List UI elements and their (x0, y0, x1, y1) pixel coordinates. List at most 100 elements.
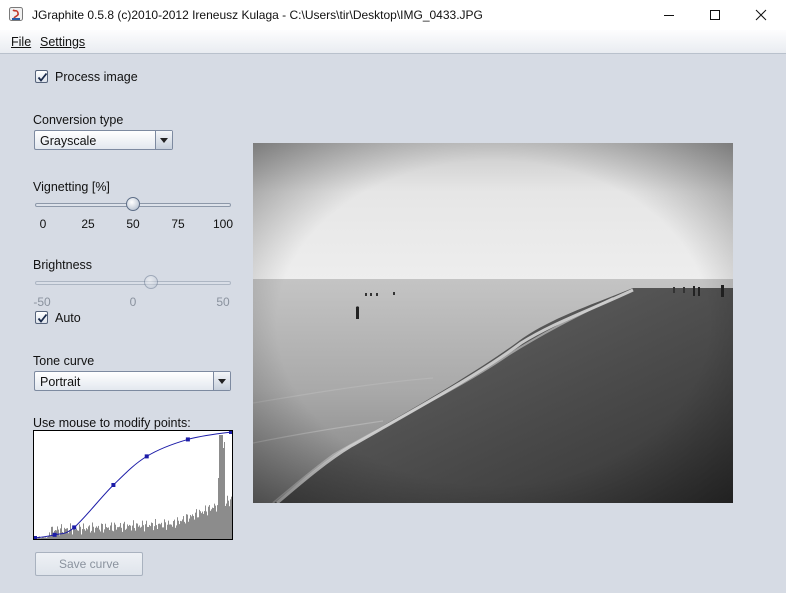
histogram-bar (150, 526, 151, 539)
histogram-bar (108, 527, 109, 539)
tone-curve-select[interactable]: Portrait (34, 371, 231, 391)
histogram-bar (209, 505, 210, 539)
histogram-bar (98, 525, 99, 539)
histogram-bar (121, 527, 122, 539)
brightness-slider-thumb[interactable] (144, 275, 158, 289)
histogram-bar (128, 526, 129, 539)
histogram-bar (162, 527, 163, 539)
histogram-bar (126, 528, 127, 539)
preview-image (252, 143, 733, 505)
histogram-bar (213, 507, 214, 539)
histogram-bar (119, 526, 120, 539)
save-curve-button[interactable]: Save curve (35, 552, 143, 576)
curve-control-point[interactable] (229, 430, 233, 434)
histogram-bar (223, 448, 224, 539)
histogram-bar (231, 496, 232, 539)
conversion-type-label: Conversion type (33, 113, 124, 127)
histogram-bar (104, 529, 105, 539)
histogram-bar (175, 527, 176, 539)
histogram-bar (146, 520, 147, 539)
histogram-bar (219, 435, 220, 539)
brightness-tick: 50 (216, 295, 230, 309)
histogram-bar (37, 538, 38, 539)
histogram-bar (194, 519, 195, 539)
histogram-bar (149, 524, 150, 539)
auto-checkbox[interactable] (35, 311, 48, 324)
histogram-bar (210, 510, 211, 539)
histogram-bar (85, 530, 86, 539)
histogram-bar (59, 535, 60, 539)
histogram-bar (157, 529, 158, 539)
curve-control-point[interactable] (111, 483, 116, 487)
histogram-bar (155, 518, 156, 539)
histogram-bar (145, 524, 146, 539)
dropdown-arrow-icon[interactable] (213, 372, 230, 390)
histogram-bar (151, 522, 152, 539)
histogram-bar (178, 520, 179, 539)
histogram-bar (143, 525, 144, 539)
histogram-bar (57, 526, 58, 539)
curve-control-point[interactable] (185, 437, 190, 442)
histogram-bar (201, 513, 202, 539)
menu-settings[interactable]: Settings (40, 35, 85, 49)
histogram-bar (158, 523, 159, 539)
histogram-bar (90, 532, 91, 539)
conversion-type-select[interactable]: Grayscale (34, 130, 173, 150)
tone-curve-label: Tone curve (33, 354, 95, 368)
histogram-bar (159, 523, 160, 539)
histogram-bar (125, 529, 126, 539)
curve-control-point[interactable] (144, 454, 149, 459)
histogram-bar (79, 524, 80, 539)
histogram-bar (68, 533, 69, 539)
histogram-bar (200, 511, 201, 539)
histogram-bar (177, 517, 178, 539)
histogram-bar (172, 526, 173, 539)
histogram-bar (206, 511, 207, 539)
histogram-bar (181, 521, 182, 539)
histogram-bar (47, 537, 48, 539)
histogram-bar (192, 514, 193, 539)
dropdown-arrow-icon[interactable] (155, 131, 172, 149)
maximize-icon (710, 10, 720, 20)
histogram-bar (142, 520, 143, 539)
histogram-bar (152, 523, 153, 539)
histogram-bar (133, 520, 134, 539)
histogram-bar (135, 530, 136, 539)
brightness-slider-track[interactable] (35, 281, 231, 285)
histogram-bar (130, 525, 131, 539)
tone-curve-value: Portrait (40, 375, 81, 389)
close-button[interactable] (738, 0, 784, 30)
process-image-checkbox[interactable] (35, 70, 48, 83)
histogram-bar (171, 524, 172, 539)
curve-control-point[interactable] (33, 536, 37, 540)
minimize-button[interactable] (646, 0, 692, 30)
histogram-bar (132, 525, 133, 539)
histogram-bar (91, 530, 92, 539)
histogram-bar (81, 534, 82, 539)
histogram-bar (40, 538, 41, 539)
curve-control-point[interactable] (52, 532, 57, 537)
tone-curve-graph[interactable] (33, 430, 233, 540)
curve-control-point[interactable] (72, 525, 77, 530)
histogram-bar (127, 524, 128, 539)
app-icon[interactable] (9, 7, 23, 21)
histogram-bar (95, 527, 96, 539)
histogram-bar (71, 529, 72, 539)
tone-curve-editor[interactable] (33, 430, 233, 540)
histogram-bar (227, 495, 228, 539)
maximize-button[interactable] (692, 0, 738, 30)
histogram-bar (134, 528, 135, 539)
histogram-bar (216, 511, 217, 539)
histogram-bar (131, 530, 132, 539)
histogram-bar (93, 526, 94, 539)
histogram-bar (220, 435, 221, 539)
histogram-bar (197, 517, 198, 539)
menu-file[interactable]: File (11, 35, 31, 49)
histogram-bar (173, 520, 174, 539)
histogram-bar (89, 525, 90, 539)
histogram-bar (113, 531, 114, 539)
vignetting-slider-thumb[interactable] (126, 197, 140, 211)
histogram-bar (156, 525, 157, 539)
histogram-bar (136, 523, 137, 539)
histogram-bar (88, 526, 89, 539)
